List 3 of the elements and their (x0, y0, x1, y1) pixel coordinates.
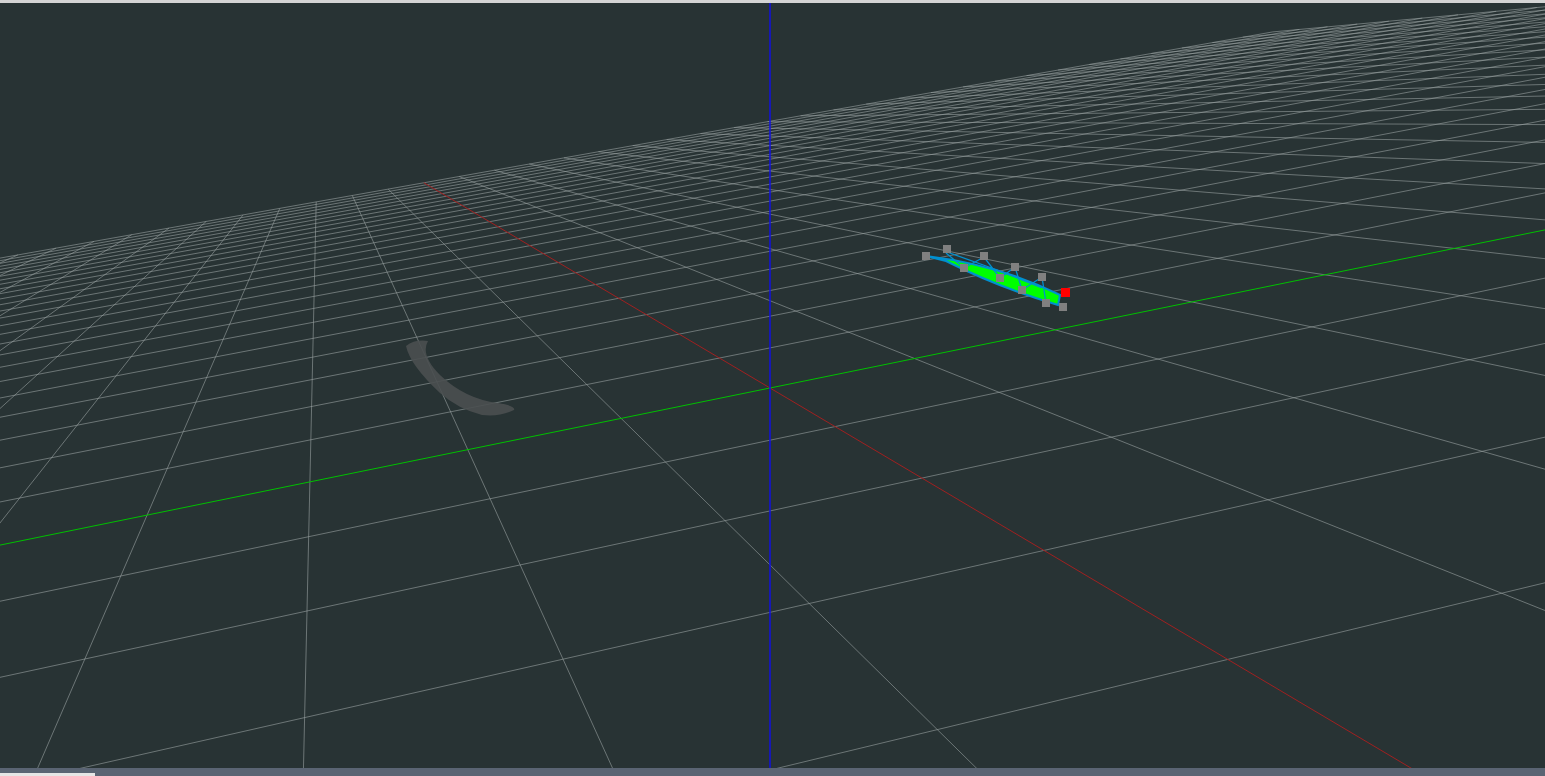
scroll-thumb[interactable] (0, 773, 95, 776)
brush-stroke-drawing[interactable] (406, 340, 515, 416)
curve-mesh-drawing[interactable] (922, 245, 1070, 311)
